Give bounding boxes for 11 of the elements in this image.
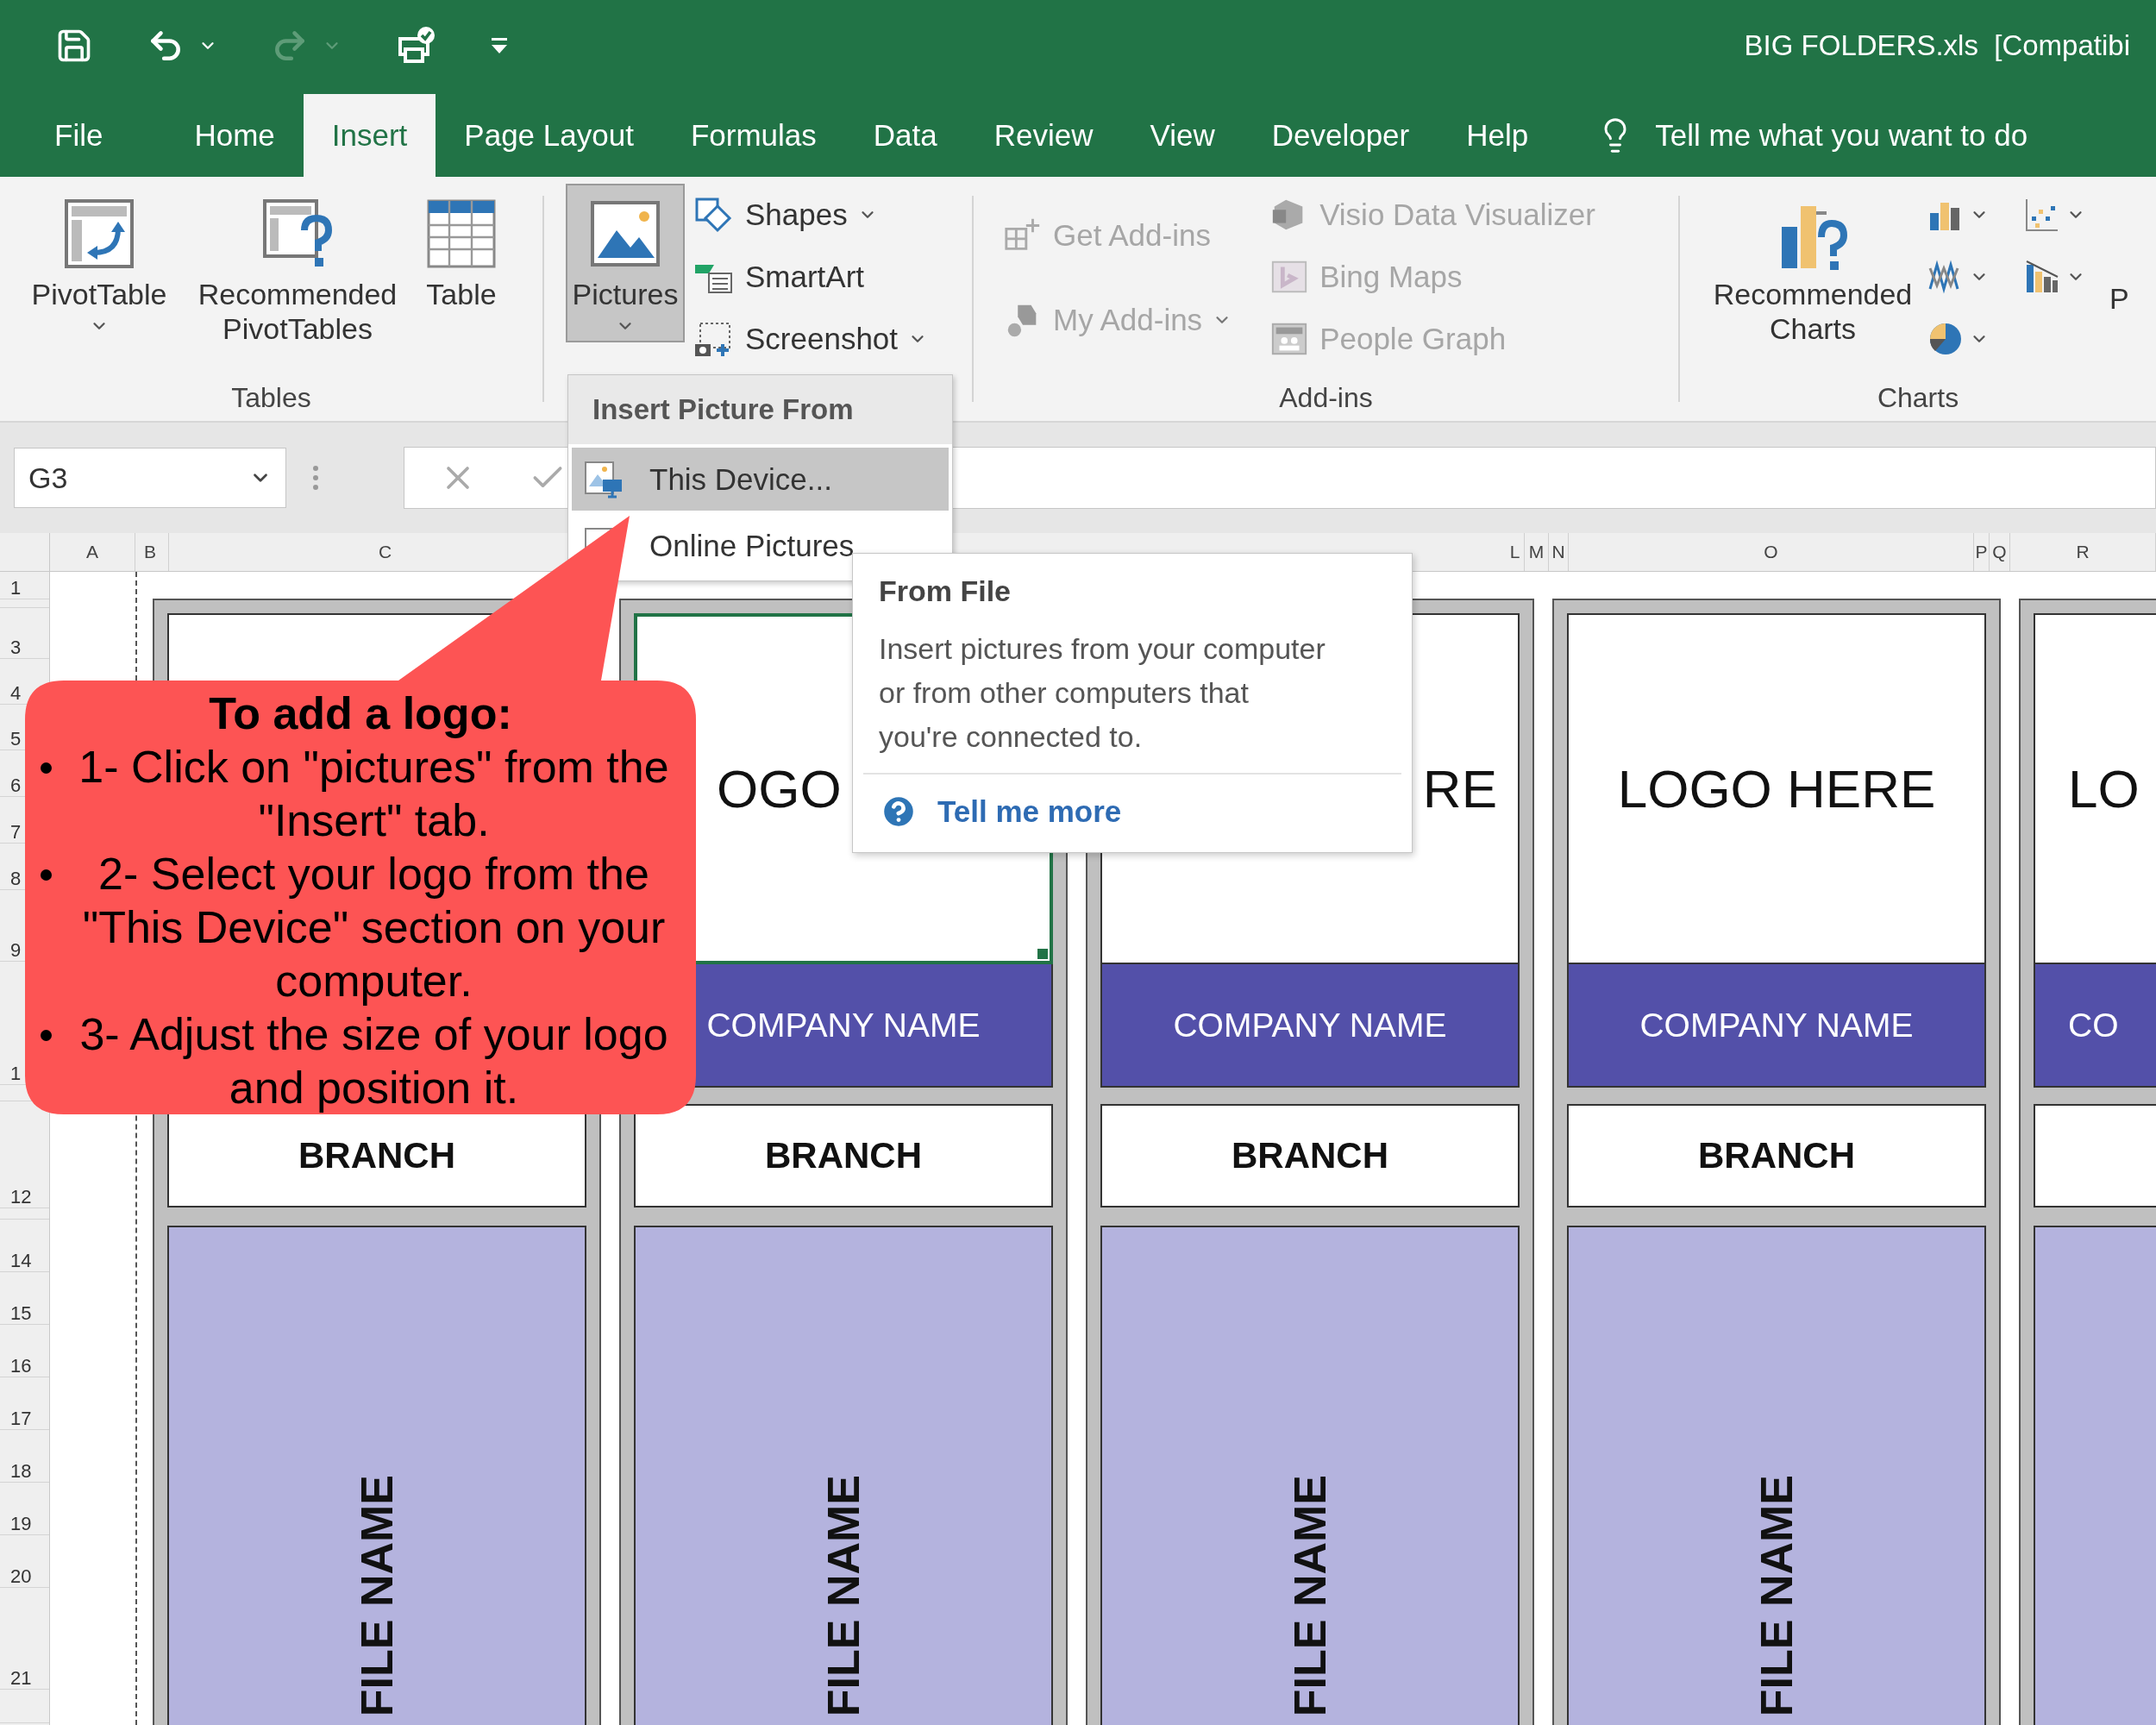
menu-header: Insert Picture From: [568, 375, 952, 444]
logo-text: RE: [1422, 758, 1497, 819]
group-label: Add-ins: [1279, 382, 1373, 414]
group-label: Tables: [231, 382, 311, 414]
window-title: BIG FOLDERS.xls [Compatibi: [1744, 28, 2131, 62]
tooltip-title: From File: [879, 574, 1012, 608]
group-label: Charts: [1877, 382, 1959, 414]
logo-text: OGO: [717, 758, 842, 819]
callout-title: To add a logo:: [209, 687, 512, 740]
logo-text: LO: [2068, 758, 2140, 819]
logo-text: LOGO HERE: [1617, 758, 1936, 819]
